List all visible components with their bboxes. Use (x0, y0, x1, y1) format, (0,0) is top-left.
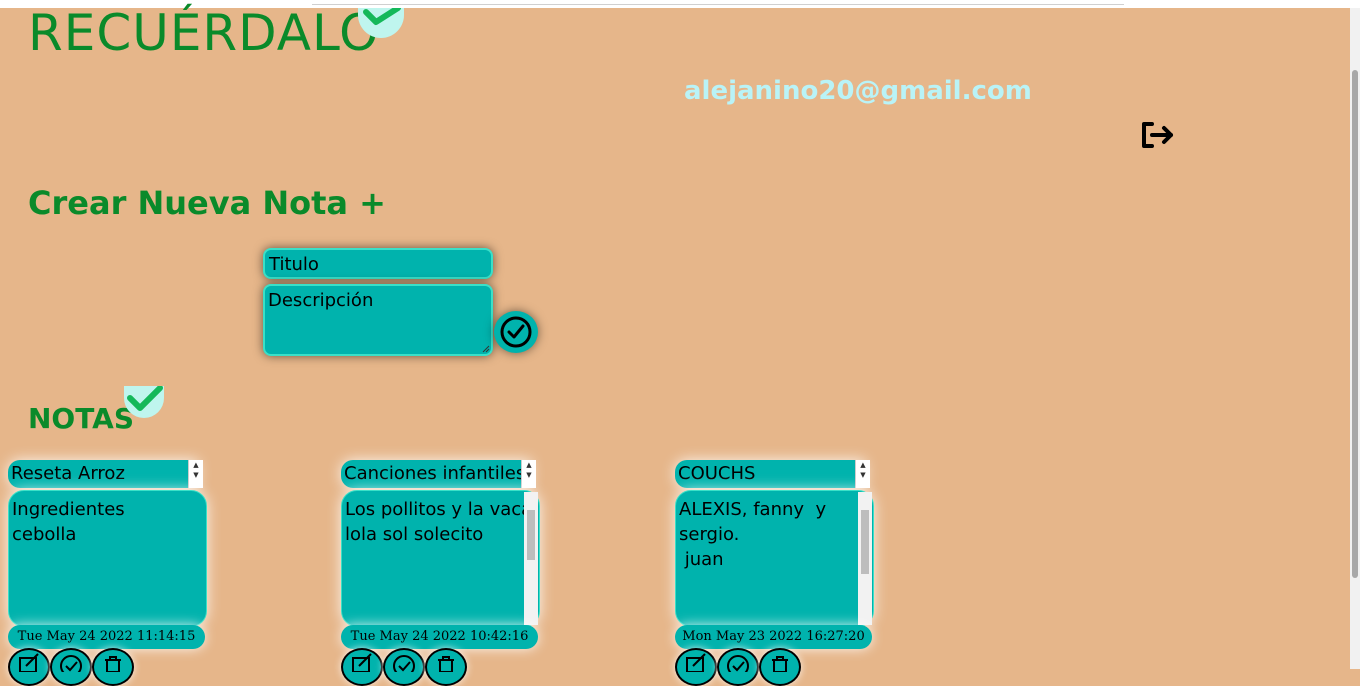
note-actions (8, 648, 138, 686)
delete-note-button[interactable] (759, 648, 801, 686)
note-title-scroll[interactable]: ▲ ▼ (855, 460, 870, 488)
edit-note-button[interactable] (341, 648, 383, 686)
page-scrollbar-thumb[interactable] (1352, 70, 1358, 578)
app-title: RECUÉRDALO (28, 4, 380, 62)
note-body-text: Ingredientes cebolla (12, 499, 125, 545)
create-note-heading: Crear Nueva Nota + (28, 184, 386, 222)
page-scrollbar[interactable] (1350, 8, 1360, 669)
note-date: Mon May 23 2022 16:27:20 (675, 625, 872, 649)
note-title-field[interactable]: Reseta Arroz (8, 460, 198, 488)
note-description-input[interactable]: Descripción (263, 284, 493, 356)
note-body-scrollbar[interactable] (524, 492, 538, 625)
edit-note-button[interactable] (8, 648, 50, 686)
note-card: COUCHS ▲ ▼ ALEXIS, fanny y sergio. juan M… (675, 460, 875, 686)
note-body-field[interactable]: Los pollitos y la vaca lola sol solecito (341, 490, 540, 627)
note-title-input[interactable]: Titulo (263, 248, 493, 279)
complete-note-button[interactable] (717, 648, 759, 686)
delete-note-button[interactable] (92, 648, 134, 686)
note-title-text: Canciones infantiles (344, 463, 526, 484)
delete-note-button[interactable] (425, 648, 467, 686)
user-email: alejanino20@gmail.com (684, 76, 1032, 106)
complete-note-button[interactable] (383, 648, 425, 686)
note-card: Reseta Arroz ▲ ▼ Ingredientes cebolla Tue… (8, 460, 208, 686)
note-actions (675, 648, 805, 686)
notes-check-icon (124, 385, 164, 418)
note-title-placeholder: Titulo (269, 254, 319, 275)
note-date: Tue May 24 2022 11:14:15 (8, 625, 205, 649)
note-title-scroll[interactable]: ▲ ▼ (521, 460, 536, 488)
note-description-placeholder: Descripción (268, 290, 374, 311)
complete-note-button[interactable] (50, 648, 92, 686)
logout-button[interactable] (1138, 118, 1178, 152)
note-title-field[interactable]: COUCHS (675, 460, 865, 488)
notes-heading: NOTAS (28, 402, 134, 435)
note-card: Canciones infantiles ▲ ▼ Los pollitos y l… (341, 460, 541, 686)
edit-note-button[interactable] (675, 648, 717, 686)
note-title-scroll[interactable]: ▲ ▼ (188, 460, 203, 488)
title-check-icon (358, 5, 404, 38)
check-circle-icon (500, 316, 532, 348)
note-title-field[interactable]: Canciones infantiles (341, 460, 531, 488)
note-body-scrollbar[interactable] (858, 492, 872, 625)
note-title-text: Reseta Arroz (11, 463, 125, 484)
note-body-text: Los pollitos y la vaca lola sol solecito (345, 499, 533, 545)
resize-handle-icon[interactable] (482, 345, 490, 353)
logout-icon (1142, 122, 1173, 148)
address-bar-edge (312, 0, 1124, 5)
note-actions (341, 648, 471, 686)
note-date: Tue May 24 2022 10:42:16 (341, 625, 538, 649)
note-body-field[interactable]: ALEXIS, fanny y sergio. juan (675, 490, 874, 627)
create-note-submit-button[interactable] (494, 311, 538, 353)
note-body-text: ALEXIS, fanny y sergio. juan (679, 499, 827, 570)
note-title-text: COUCHS (678, 463, 756, 484)
note-body-field[interactable]: Ingredientes cebolla (8, 490, 207, 627)
